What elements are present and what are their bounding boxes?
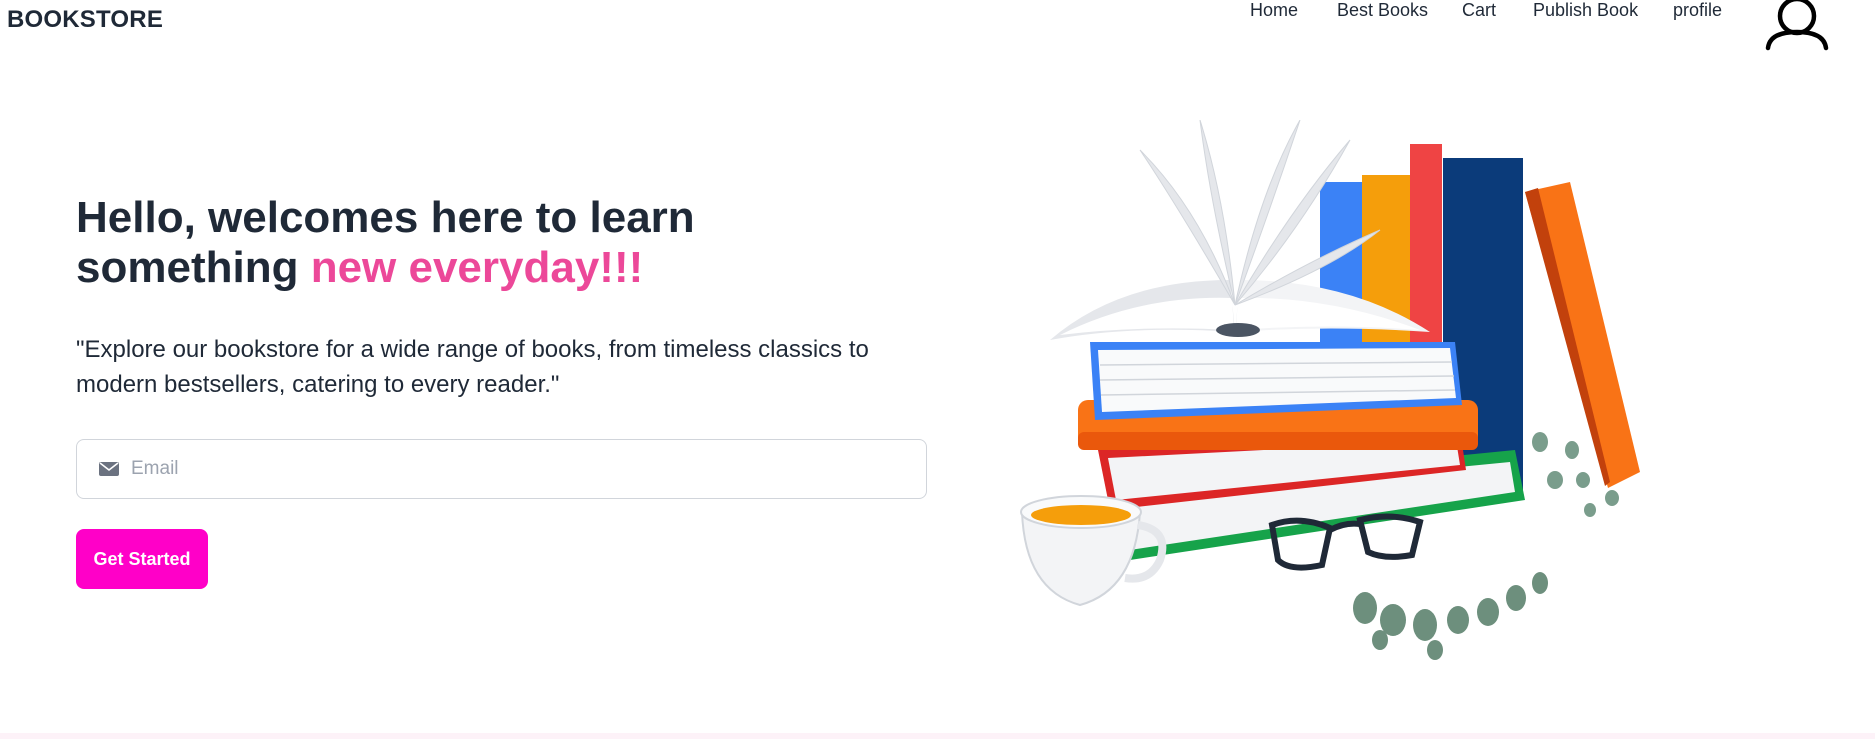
brand-logo[interactable]: BOOKSTORE [7, 6, 163, 34]
navbar: BOOKSTORE Home Best Books Cart Publish B… [0, 0, 1875, 56]
hero-title: Hello, welcomes here to learn something … [76, 193, 856, 293]
envelope-icon [99, 462, 119, 476]
get-started-button[interactable]: Get Started [76, 529, 208, 589]
user-icon[interactable] [1762, 0, 1832, 54]
hero-title-accent: new everyday!!! [310, 243, 644, 292]
books-illustration [1020, 120, 1640, 660]
nav-cart[interactable]: Cart [1462, 0, 1496, 21]
footer-divider [0, 733, 1875, 739]
nav-profile[interactable]: profile [1673, 0, 1722, 21]
nav-best-books[interactable]: Best Books [1337, 0, 1428, 21]
email-input[interactable] [131, 458, 911, 480]
hero-description: "Explore our bookstore for a wide range … [76, 336, 869, 398]
nav-home[interactable]: Home [1250, 0, 1298, 21]
email-field[interactable] [76, 439, 927, 499]
nav-publish-book[interactable]: Publish Book [1533, 0, 1638, 21]
